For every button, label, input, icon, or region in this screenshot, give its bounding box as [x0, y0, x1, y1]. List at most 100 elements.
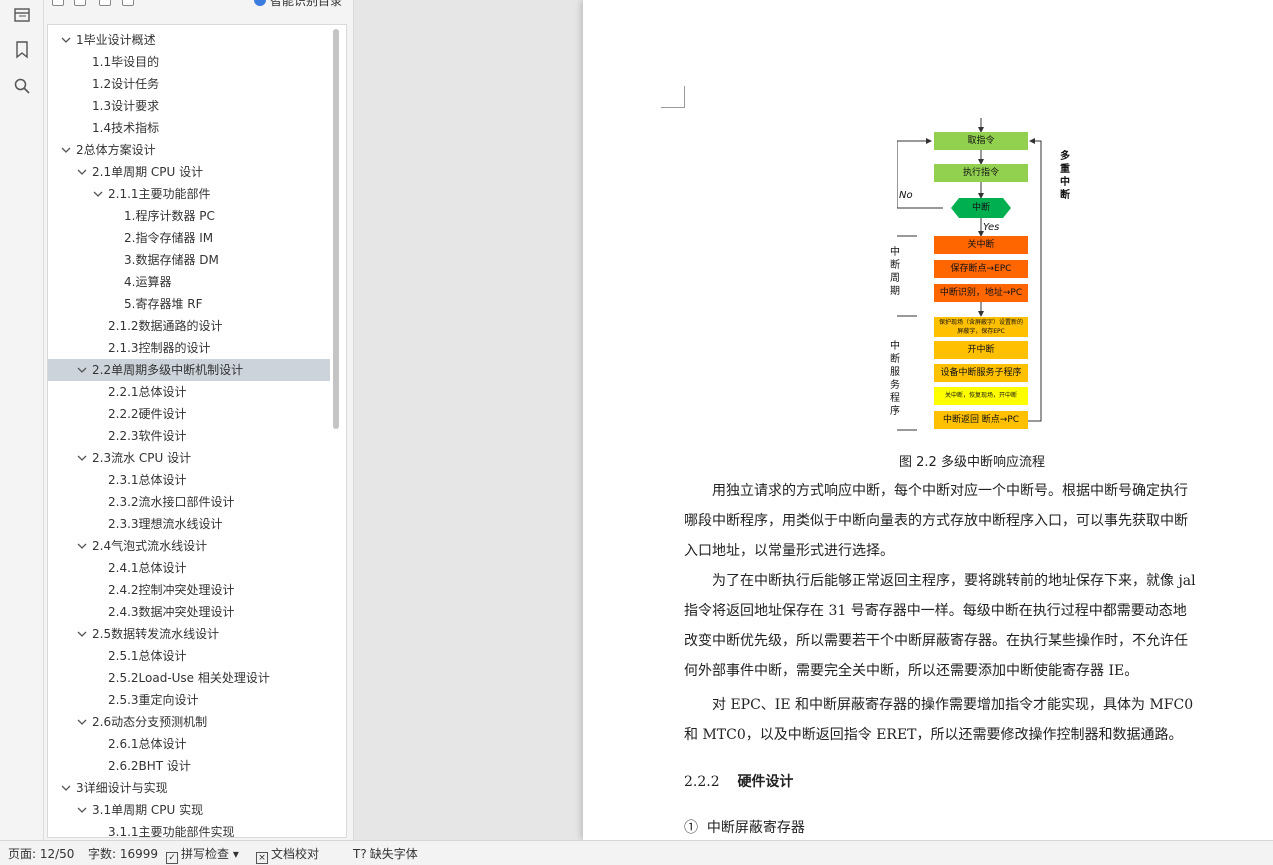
toc-item[interactable]: 3.数据存储器 DM — [48, 249, 330, 271]
toc-item[interactable]: 1.2设计任务 — [48, 73, 330, 95]
vertical-label-text: 多重中断 — [1060, 151, 1070, 201]
spell-check-icon: ✓ — [166, 852, 178, 864]
toc-item[interactable]: 2.6.1总体设计 — [48, 733, 330, 755]
flow-box-return: 中断返回 断点→PC — [934, 411, 1028, 429]
toc-item-label: 2.2.2硬件设计 — [108, 407, 187, 421]
flow-box-protect: 保护现场（含屏蔽字）设置新的屏蔽字，保存EPC — [934, 317, 1028, 337]
spell-check-button[interactable]: ✓ 拼写检查 ▾ — [166, 841, 239, 865]
chevron-down-icon[interactable] — [60, 29, 72, 51]
smart-toc-button[interactable]: 智能识别目录 — [254, 0, 342, 9]
toc-item-label: 2.3.3理想流水线设计 — [108, 517, 223, 531]
toc-item[interactable]: 1毕业设计概述 — [48, 29, 330, 51]
expand-icon[interactable] — [74, 0, 86, 6]
toc-item-label: 2.5.1总体设计 — [108, 649, 187, 663]
toc-item[interactable]: 3详细设计与实现 — [48, 777, 330, 799]
toc-item[interactable]: 2.1单周期 CPU 设计 — [48, 161, 330, 183]
toc-item-label: 2.2.1总体设计 — [108, 385, 187, 399]
toc-item[interactable]: 2.1.1主要功能部件 — [48, 183, 330, 205]
toc-item[interactable]: 2.3.3理想流水线设计 — [48, 513, 330, 535]
toc-tree: 1毕业设计概述 1.1毕设目的 1.2设计任务 1.3设计要求 1.4技术指标 2总体方案… — [47, 24, 347, 838]
toc-item[interactable]: 2.2.1总体设计 — [48, 381, 330, 403]
page-indicator[interactable]: 页面: 12/50 — [8, 841, 74, 865]
toc-icon[interactable] — [11, 4, 33, 26]
toc-item[interactable]: 2.指令存储器 IM — [48, 227, 330, 249]
proofread-button[interactable]: × 文档校对 — [256, 841, 319, 865]
toc-item[interactable]: 2.1.3控制器的设计 — [48, 337, 330, 359]
toc-item-label: 2.4.1总体设计 — [108, 561, 187, 575]
missing-font-button[interactable]: T? 缺失字体 — [353, 841, 418, 865]
toc-item-label: 4.运算器 — [124, 275, 172, 289]
toc-item[interactable]: 1.程序计数器 PC — [48, 205, 330, 227]
chevron-down-icon[interactable] — [76, 447, 88, 469]
chevron-down-icon[interactable] — [76, 535, 88, 557]
vertical-label-text: 中断周期 — [890, 247, 900, 297]
toc-item-label: 1.程序计数器 PC — [124, 209, 215, 223]
toc-item[interactable]: 2.5数据转发流水线设计 — [48, 623, 330, 645]
toc-item[interactable]: 2.6动态分支预测机制 — [48, 711, 330, 733]
add-heading-icon[interactable] — [99, 0, 111, 6]
toc-item[interactable]: 3.1单周期 CPU 实现 — [48, 799, 330, 821]
word-count[interactable]: 字数: 16999 — [88, 841, 158, 865]
toc-item[interactable]: 2.4.1总体设计 — [48, 557, 330, 579]
toc-item[interactable]: 1.1毕设目的 — [48, 51, 330, 73]
toc-item-label: 2总体方案设计 — [76, 143, 156, 157]
flow-box-fetch: 取指令 — [934, 132, 1028, 150]
toc-item[interactable]: 3.1.1主要功能部件实现 — [48, 821, 330, 838]
toc-item[interactable]: 2.4气泡式流水线设计 — [48, 535, 330, 557]
interrupt-service-label: 中断服务程序 — [889, 340, 901, 418]
toc-item-label: 2.1.2数据通路的设计 — [108, 319, 223, 333]
toc-item-label: 2.3流水 CPU 设计 — [92, 451, 192, 465]
flow-box-enable-int: 开中断 — [934, 341, 1028, 359]
toc-item-label: 3.1.1主要功能部件实现 — [108, 825, 235, 838]
chevron-down-icon[interactable] — [92, 183, 104, 205]
chevron-down-icon[interactable] — [76, 711, 88, 733]
bookmark-icon[interactable] — [11, 39, 33, 61]
toc-scrollbar[interactable] — [333, 29, 339, 429]
chevron-down-icon[interactable] — [76, 623, 88, 645]
section-title: 硬件设计 — [737, 774, 794, 790]
toc-item[interactable]: 4.运算器 — [48, 271, 330, 293]
chevron-down-icon[interactable] — [60, 777, 72, 799]
chevron-down-icon[interactable] — [76, 799, 88, 821]
toc-item[interactable]: 2.1.2数据通路的设计 — [48, 315, 330, 337]
text-line: 哪段中断程序，用类似于中断向量表的方式存放中断程序入口，可以事先获取中断 — [684, 513, 1188, 529]
chevron-down-icon[interactable] — [76, 161, 88, 183]
toc-item[interactable]: 2.3流水 CPU 设计 — [48, 447, 330, 469]
chevron-down-icon[interactable] — [60, 139, 72, 161]
toc-item[interactable]: 2.2.2硬件设计 — [48, 403, 330, 425]
flow-box-save-epc: 保存断点→EPC — [934, 260, 1028, 278]
yes-label: Yes — [983, 222, 1000, 233]
toc-item-label: 2.4气泡式流水线设计 — [92, 539, 208, 553]
toc-item[interactable]: 2.3.1总体设计 — [48, 469, 330, 491]
toc-item[interactable]: 2.4.2控制冲突处理设计 — [48, 579, 330, 601]
toc-item[interactable]: 2.2单周期多级中断机制设计 — [48, 359, 330, 381]
list-item-heading: ① 中断屏蔽寄存器 — [684, 817, 805, 837]
toc-item-label: 2.6动态分支预测机制 — [92, 715, 208, 729]
collapse-all-icon[interactable] — [52, 0, 64, 6]
paragraph-2: 为了在中断执行后能够正常返回主程序，要将跳转前的地址保存下来，就像 jal 指令将… — [684, 566, 1260, 686]
toc-item-label: 2.1.1主要功能部件 — [108, 187, 211, 201]
toc-item[interactable]: 2.5.3重定向设计 — [48, 689, 330, 711]
text-line: 入口地址，以常量形式进行选择。 — [684, 543, 894, 559]
vertical-label-text: 中断服务程序 — [890, 341, 900, 417]
section-number: 2.2.2 — [684, 774, 720, 790]
toc-item[interactable]: 1.3设计要求 — [48, 95, 330, 117]
toc-item[interactable]: 2.5.1总体设计 — [48, 645, 330, 667]
toc-item[interactable]: 2.6.2BHT 设计 — [48, 755, 330, 777]
search-icon[interactable] — [11, 75, 33, 97]
toc-item[interactable]: 2.2.3软件设计 — [48, 425, 330, 447]
item-number: ① — [684, 820, 698, 836]
toc-item[interactable]: 2.3.2流水接口部件设计 — [48, 491, 330, 513]
chevron-down-icon[interactable] — [76, 359, 88, 381]
toc-item[interactable]: 2总体方案设计 — [48, 139, 330, 161]
text-line: 对 EPC、IE 和中断屏蔽寄存器的操作需要增加指令才能实现，具体为 MFC0 — [684, 697, 1194, 713]
remove-heading-icon[interactable] — [122, 0, 134, 6]
toc-item-label: 2.5.3重定向设计 — [108, 693, 199, 707]
toc-item[interactable]: 2.4.3数据冲突处理设计 — [48, 601, 330, 623]
toc-item-label: 1.1毕设目的 — [92, 55, 160, 69]
toc-item[interactable]: 2.5.2Load-Use 相关处理设计 — [48, 667, 330, 689]
smart-toc-icon — [254, 0, 266, 6]
toc-item[interactable]: 1.4技术指标 — [48, 117, 330, 139]
toc-item-label: 2.3.1总体设计 — [108, 473, 187, 487]
toc-item[interactable]: 5.寄存器堆 RF — [48, 293, 330, 315]
